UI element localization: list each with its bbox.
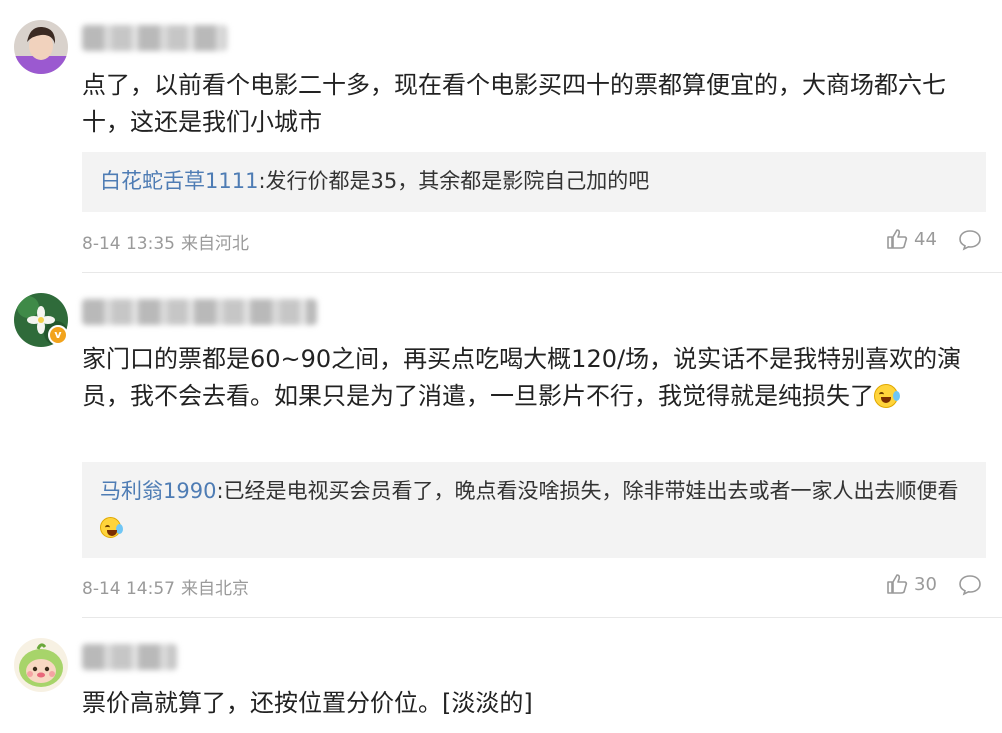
comment-item: 票价高就算了，还按位置分价位。[淡淡的]	[0, 618, 1002, 733]
comment-text: 点了，以前看个电影二十多，现在看个电影买四十的票都算便宜的，大商场都六七十，这还…	[82, 71, 946, 136]
avatar[interactable]	[14, 20, 68, 74]
laughing-crying-emoji-icon	[100, 517, 123, 538]
comment-item: v 家门口的票都是60~90之间，再买点吃喝大概120/场，说实话不是我特别喜欢…	[0, 273, 1002, 618]
comment-meta: 8-14 14:57 来自北京	[82, 574, 255, 599]
comment-text: 票价高就算了，还按位置分价位。[淡淡的]	[82, 689, 533, 717]
comment-bubble-icon[interactable]	[958, 574, 982, 596]
comment-location: 来自河北	[180, 234, 249, 254]
reply-text: :发行价都是35，其余都是影院自己加的吧	[258, 169, 650, 193]
thumbs-up-icon	[887, 574, 908, 594]
comment-location: 来自北京	[180, 579, 249, 599]
username[interactable]	[82, 299, 317, 325]
like-button[interactable]: 30	[886, 573, 937, 595]
reply-username[interactable]: 白花蛇舌草1111	[100, 169, 258, 193]
comment-text-body: 家门口的票都是60~90之间，再买点吃喝大概120/场，说实话不是我特别喜欢的演…	[82, 345, 962, 410]
comment-item: 点了，以前看个电影二十多，现在看个电影买四十的票都算便宜的，大商场都六七十，这还…	[0, 0, 1002, 273]
username[interactable]	[82, 25, 227, 51]
reply-text: :已经是电视买会员看了，晚点看没啥损失，除非带娃出去或者一家人出去顺便看	[216, 479, 959, 503]
avatar[interactable]	[14, 638, 68, 692]
comment-date: 8-14 14:57	[82, 579, 175, 599]
comment-bubble-icon[interactable]	[958, 229, 982, 251]
comment-date: 8-14 13:35	[82, 234, 175, 254]
reply-username[interactable]: 马利翁1990	[100, 479, 216, 503]
like-count: 44	[914, 228, 937, 250]
username[interactable]	[82, 644, 177, 670]
reply-box[interactable]: 马利翁1990:已经是电视买会员看了，晚点看没啥损失，除非带娃出去或者一家人出去…	[82, 462, 986, 558]
verified-badge-icon: v	[48, 325, 68, 345]
like-button[interactable]: 44	[886, 228, 937, 250]
comment-meta: 8-14 13:35 来自河北	[82, 229, 255, 254]
laughing-crying-emoji-icon	[874, 384, 900, 408]
like-count: 30	[914, 573, 937, 595]
thumbs-up-icon	[887, 229, 908, 249]
comment-text: 家门口的票都是60~90之间，再买点吃喝大概120/场，说实话不是我特别喜欢的演…	[82, 341, 982, 415]
reply-box[interactable]: 白花蛇舌草1111:发行价都是35，其余都是影院自己加的吧	[82, 152, 986, 212]
